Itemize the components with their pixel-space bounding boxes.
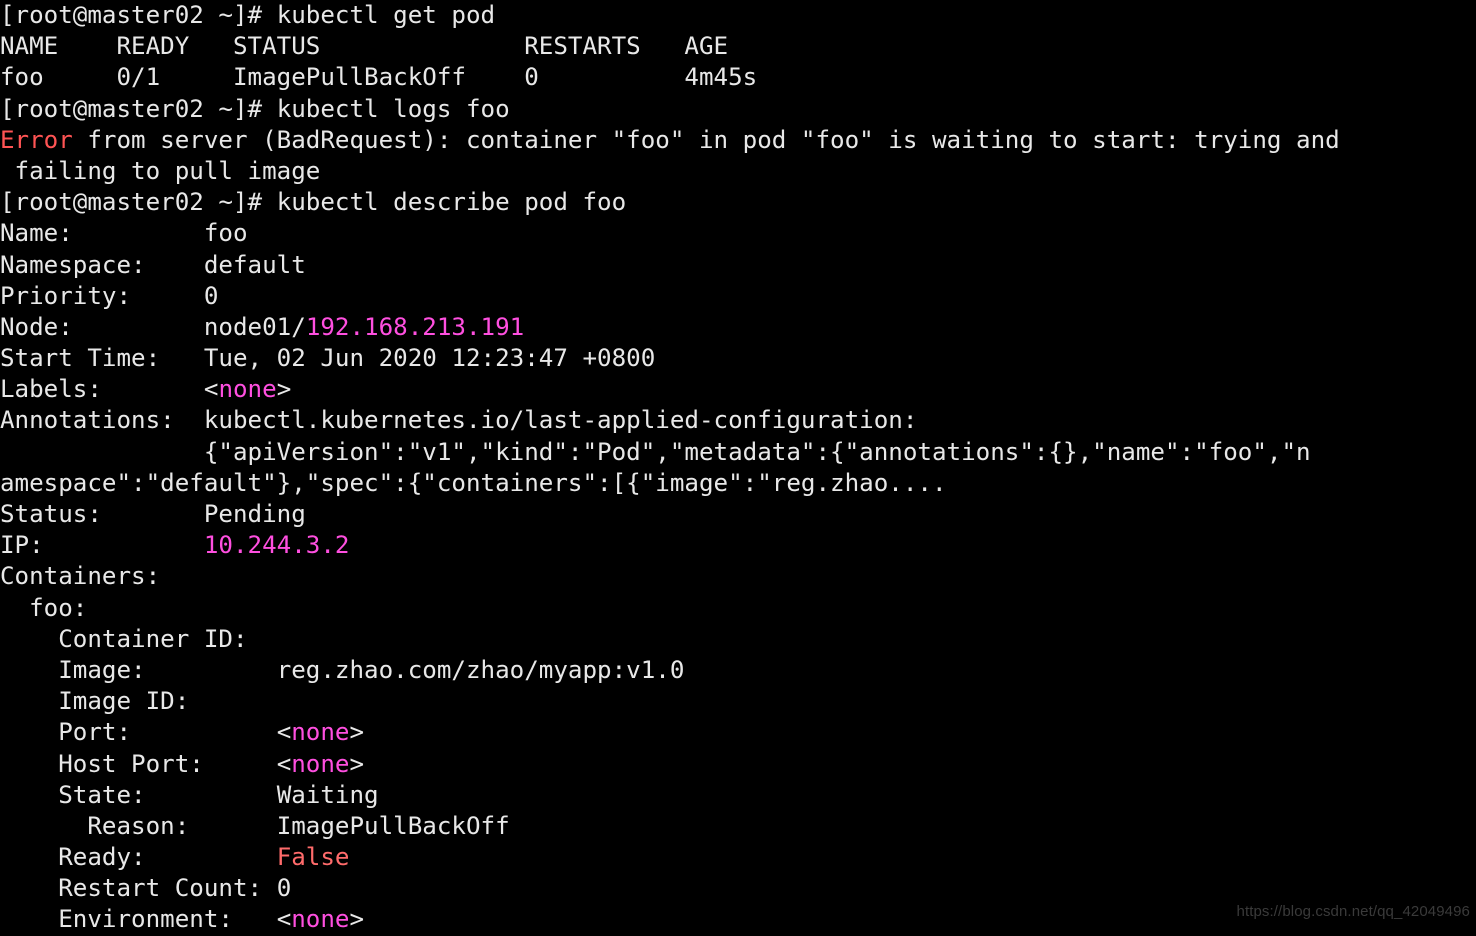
angle-bracket-close-icon: >	[276, 375, 292, 404]
describe-field-status: Status: Pending	[0, 499, 1476, 530]
command-spacer	[262, 1, 277, 29]
field-value-node-ip: 192.168.213.191	[305, 312, 525, 341]
field-label-labels: Labels:	[0, 375, 204, 404]
command-text-logs: kubectl logs foo	[276, 94, 510, 123]
command-line-describe: [root@master02 ~]# kubectl describe pod …	[0, 187, 1476, 218]
describe-section-containers: Containers:	[0, 562, 161, 591]
describe-field-annotations: Annotations: kubectl.kubernetes.io/last-…	[0, 405, 1476, 436]
field-label-status: Status:	[0, 500, 204, 528]
field-value-start-time: Tue, 02 Jun 2020 12:23:47 +0800	[203, 344, 656, 373]
field-label-container-id: Container ID:	[0, 624, 277, 653]
angle-bracket-open-icon: <	[276, 905, 292, 934]
field-label-name: Name:	[0, 219, 204, 248]
field-label-reason: Reason:	[0, 811, 277, 840]
describe-field-ip: IP: 10.244.3.2	[0, 530, 1476, 561]
angle-bracket-open-icon: <	[276, 749, 292, 778]
field-label-environment: Environment:	[0, 905, 277, 934]
shell-prompt: [root@master02 ~]#	[0, 1, 263, 29]
describe-field-namespace: Namespace: default	[0, 250, 1476, 281]
field-label-start-time: Start Time:	[0, 344, 204, 373]
describe-field-image: Image: reg.zhao.com/zhao/myapp:v1.0	[0, 655, 1476, 686]
describe-field-name: Name: foo	[0, 218, 1476, 249]
describe-field-host-port: Host Port: <none>	[0, 749, 1476, 780]
field-value-environment: none	[291, 905, 350, 934]
error-message-line-2: failing to pull image	[0, 156, 321, 185]
annotations-json-line-1: {"apiVersion":"v1","kind":"Pod","metadat…	[0, 437, 1311, 466]
angle-bracket-close-icon: >	[349, 905, 365, 934]
shell-prompt: [root@master02 ~]#	[0, 94, 263, 123]
field-label-image-id: Image ID:	[0, 687, 277, 716]
angle-bracket-open-icon: <	[276, 718, 292, 747]
field-label-ip: IP:	[0, 531, 204, 560]
pod-table-row: foo 0/1 ImagePullBackOff 0 4m45s	[0, 63, 758, 92]
field-value-priority: 0	[203, 281, 219, 310]
field-value-restart-count: 0	[276, 874, 292, 903]
describe-field-image-id: Image ID:	[0, 686, 1476, 717]
command-spacer	[262, 95, 277, 123]
field-label-image: Image:	[0, 655, 277, 684]
field-value-port: none	[291, 718, 350, 747]
field-value-annotations-key: kubectl.kubernetes.io/last-applied-confi…	[203, 406, 918, 435]
field-value-host-port: none	[291, 749, 350, 778]
angle-bracket-close-icon: >	[349, 749, 365, 778]
angle-bracket-close-icon: >	[349, 718, 365, 747]
field-label-priority: Priority:	[0, 281, 204, 310]
shell-prompt: [root@master02 ~]#	[0, 188, 263, 217]
field-value-node-name: node01/	[203, 312, 306, 341]
field-label-restart-count: Restart Count:	[0, 874, 277, 903]
error-message-text: from server (BadRequest): container "foo…	[72, 125, 1340, 154]
describe-field-reason: Reason: ImagePullBackOff	[0, 811, 1476, 842]
field-value-status: Pending	[203, 500, 306, 528]
field-label-state: State:	[0, 780, 277, 809]
field-value-ip: 10.244.3.2	[203, 531, 350, 560]
field-label-node: Node:	[0, 312, 204, 341]
command-text-get-pod: kubectl get pod	[276, 1, 496, 29]
field-label-port: Port:	[0, 718, 277, 747]
describe-field-labels: Labels: <none>	[0, 374, 1476, 405]
describe-field-node: Node: node01/192.168.213.191	[0, 312, 1476, 343]
describe-field-port: Port: <none>	[0, 717, 1476, 748]
field-label-annotations: Annotations:	[0, 406, 204, 435]
command-line-logs: [root@master02 ~]# kubectl logs foo	[0, 94, 1476, 125]
field-label-host-port: Host Port:	[0, 749, 277, 778]
field-value-ready: False	[276, 843, 350, 872]
pod-table-header: NAME READY STATUS RESTARTS AGE	[0, 32, 729, 61]
describe-container-name: foo:	[0, 593, 88, 622]
field-value-labels: none	[218, 375, 277, 404]
command-text-describe: kubectl describe pod foo	[276, 188, 627, 217]
error-keyword: Error	[0, 125, 73, 154]
watermark-text: https://blog.csdn.net/qq_42049496	[1236, 902, 1470, 920]
describe-field-container-id: Container ID:	[0, 624, 1476, 655]
field-label-namespace: Namespace:	[0, 250, 204, 279]
describe-field-priority: Priority: 0	[0, 281, 1476, 312]
field-value-state: Waiting	[276, 780, 379, 809]
field-label-ready: Ready:	[0, 843, 277, 872]
field-value-namespace: default	[203, 250, 306, 279]
annotations-json-line-2: amespace":"default"},"spec":{"containers…	[0, 468, 947, 497]
command-spacer	[262, 188, 277, 216]
field-value-reason: ImagePullBackOff	[276, 811, 510, 840]
angle-bracket-open-icon: <	[203, 375, 219, 404]
command-line-get-pod: [root@master02 ~]# kubectl get pod	[0, 0, 1476, 31]
field-value-image: reg.zhao.com/zhao/myapp:v1.0	[276, 655, 685, 684]
terminal-window[interactable]: [root@master02 ~]# kubectl get pod NAME …	[0, 0, 1476, 936]
describe-field-state: State: Waiting	[0, 780, 1476, 811]
describe-field-start-time: Start Time: Tue, 02 Jun 2020 12:23:47 +0…	[0, 343, 1476, 374]
error-message-line-1: Error from server (BadRequest): containe…	[0, 125, 1476, 156]
field-value-name: foo	[203, 219, 248, 248]
describe-field-ready: Ready: False	[0, 842, 1476, 873]
